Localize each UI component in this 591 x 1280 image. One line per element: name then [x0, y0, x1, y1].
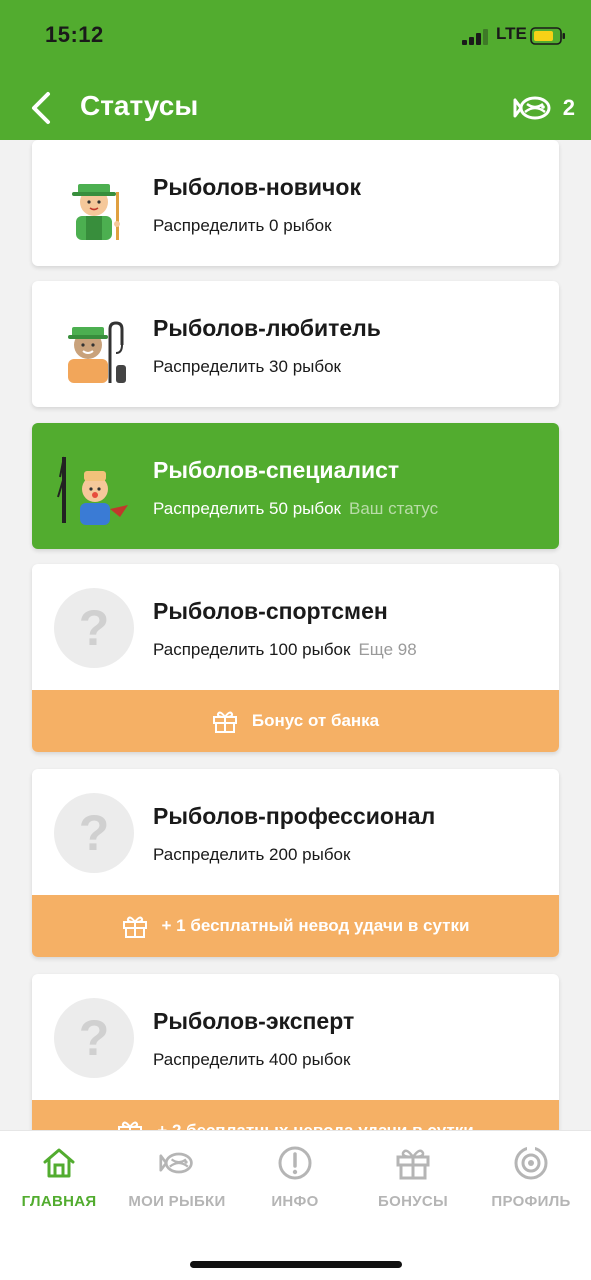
question-mark-icon: ? — [78, 805, 110, 861]
status-card-specialist[interactable]: Рыболов-специалист Распределить 50 рыбок… — [32, 423, 559, 549]
tab-home[interactable]: ГЛАВНАЯ — [0, 1145, 118, 1225]
status-requirement: Распределить 0 рыбок — [153, 216, 332, 235]
status-list: Рыболов-новичок Распределить 0 рыбок Рыб… — [0, 140, 591, 1130]
fish-counter[interactable]: 2 — [513, 88, 575, 128]
question-mark-icon: ? — [78, 1010, 110, 1066]
tab-label: МОИ РЫБКИ — [128, 1193, 226, 1210]
tab-profile[interactable]: ПРОФИЛЬ — [472, 1145, 590, 1225]
status-card-novice[interactable]: Рыболов-новичок Распределить 0 рыбок — [32, 140, 559, 266]
status-name: Рыболов-специалист — [153, 457, 400, 483]
bonus-bar[interactable]: Бонус от банка — [32, 690, 559, 752]
bottom-tab-bar: ГЛАВНАЯ МОИ РЫБКИ ИНФО БОНУСЫ ПРОФИЛЬ — [0, 1130, 591, 1280]
status-name: Рыболов-профессионал — [153, 803, 436, 829]
battery-icon — [530, 27, 565, 45]
tab-info[interactable]: ИНФО — [236, 1145, 354, 1225]
status-name: Рыболов-эксперт — [153, 1008, 355, 1034]
fish-icon — [513, 96, 551, 120]
status-name: Рыболов-любитель — [153, 315, 381, 341]
gift-icon — [212, 711, 237, 733]
tab-label: ИНФО — [271, 1193, 319, 1210]
statuses-screen: 15:12 LTE Статусы 2 Рыболов-новичок Расп… — [0, 0, 591, 1280]
status-card-sportsman[interactable]: ? Рыболов-спортсмен Распределить 100 рыб… — [32, 564, 559, 752]
gift-icon — [118, 1121, 143, 1130]
status-card-amateur[interactable]: Рыболов-любитель Распределить 30 рыбок — [32, 281, 559, 407]
home-indicator[interactable] — [190, 1261, 402, 1268]
tab-label: ГЛАВНАЯ — [21, 1193, 97, 1210]
bonus-label: + 2 бесплатных невода удачи в сутки — [157, 1121, 473, 1130]
current-status-label: Ваш статус — [349, 499, 439, 518]
locked-status-placeholder: ? — [54, 998, 134, 1078]
fish-count: 2 — [562, 95, 575, 120]
bonus-label: Бонус от банка — [251, 711, 380, 730]
bonus-label: + 1 бесплатный невод удачи в сутки — [161, 916, 470, 935]
title-bar: Статусы 2 — [0, 86, 591, 132]
app-header: 15:12 LTE Статусы 2 — [0, 0, 591, 140]
remaining-count: Еще 98 — [358, 640, 417, 659]
tab-my-fish[interactable]: МОИ РЫБКИ — [118, 1145, 236, 1225]
status-card-professional[interactable]: ? Рыболов-профессионал Распределить 200 … — [32, 769, 559, 957]
signal-icon — [462, 29, 492, 45]
system-status-bar: 15:12 LTE — [0, 22, 591, 52]
status-requirement: Распределить 100 рыбок Еще 98 — [153, 640, 417, 659]
fish-icon — [159, 1152, 193, 1174]
home-icon — [43, 1148, 75, 1178]
chevron-left-icon[interactable] — [28, 90, 56, 126]
bonus-bar[interactable]: + 2 бесплатных невода удачи в сутки — [32, 1100, 559, 1130]
fisherman-novice-icon — [72, 184, 120, 240]
profile-icon — [514, 1145, 548, 1180]
tab-label: ПРОФИЛЬ — [491, 1193, 571, 1210]
status-name: Рыболов-спортсмен — [153, 598, 388, 624]
fisherman-specialist-icon — [57, 456, 128, 525]
status-requirement: Распределить 400 рыбок — [153, 1050, 351, 1069]
status-card-expert[interactable]: ? Рыболов-эксперт Распределить 400 рыбок… — [32, 974, 559, 1130]
fisherman-amateur-icon — [68, 321, 126, 383]
status-requirement: Распределить 30 рыбок — [153, 357, 341, 376]
bonus-bar[interactable]: + 1 бесплатный невод удачи в сутки — [32, 895, 559, 957]
locked-status-placeholder: ? — [54, 588, 134, 668]
status-requirement: Распределить 50 рыбок Ваш статус — [153, 499, 439, 518]
locked-status-placeholder: ? — [54, 793, 134, 873]
gift-icon — [122, 916, 147, 938]
tab-bonuses[interactable]: БОНУСЫ — [354, 1145, 472, 1225]
tab-label: БОНУСЫ — [378, 1193, 448, 1210]
status-requirement: Распределить 200 рыбок — [153, 845, 351, 864]
status-name: Рыболов-новичок — [153, 174, 361, 200]
info-icon — [278, 1146, 312, 1180]
network-type: LTE — [496, 24, 527, 43]
page-title: Статусы — [80, 90, 199, 121]
question-mark-icon: ? — [78, 600, 110, 656]
clock: 15:12 — [45, 22, 104, 47]
gift-icon — [396, 1149, 430, 1180]
